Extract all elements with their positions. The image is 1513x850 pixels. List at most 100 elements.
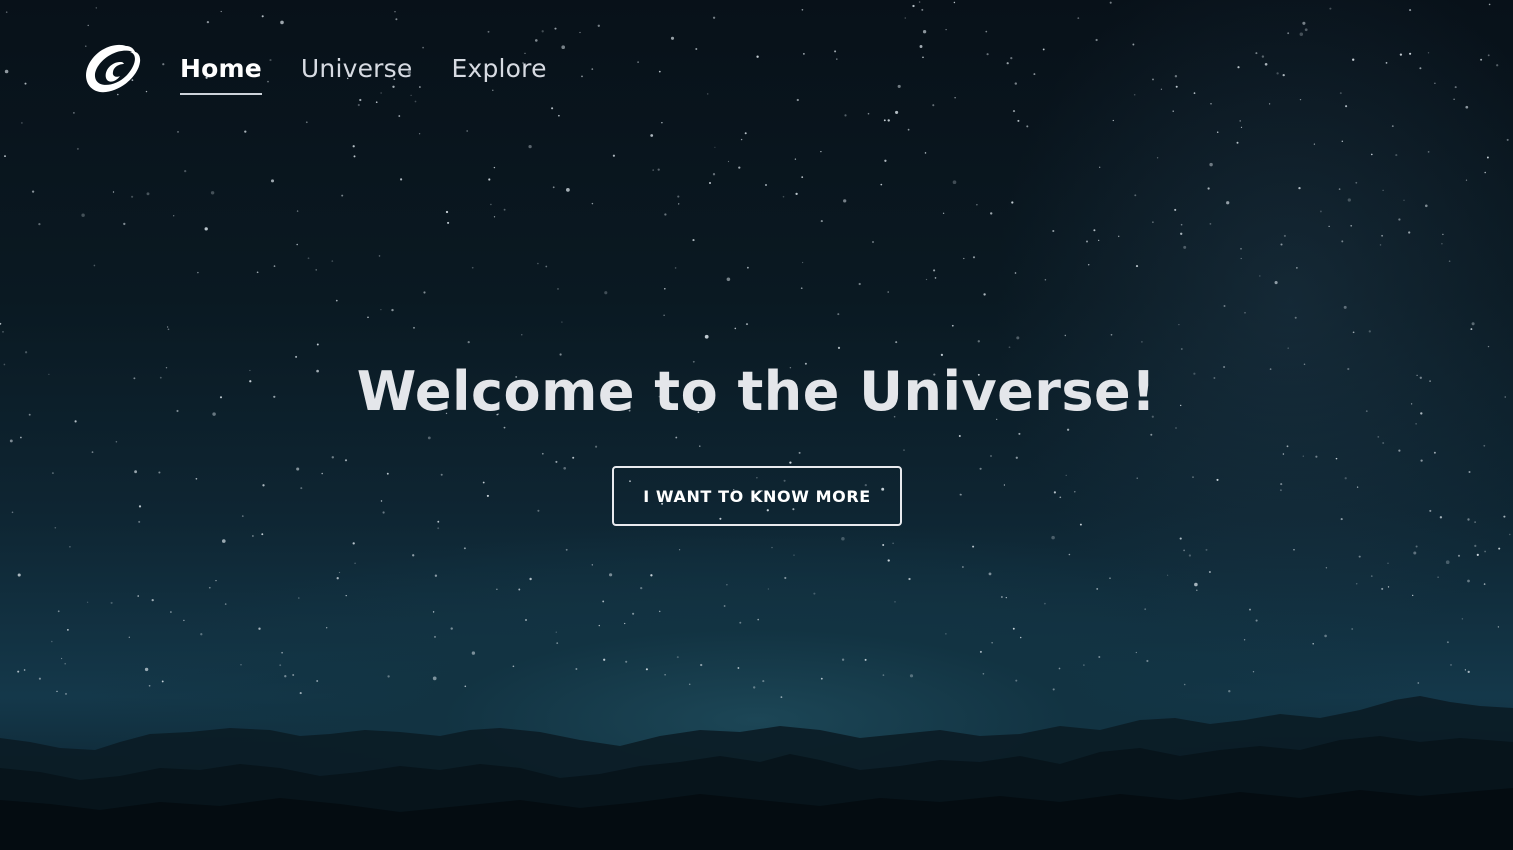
- star: [1370, 153, 1373, 156]
- star: [1382, 189, 1384, 191]
- star: [91, 451, 94, 453]
- star: [800, 287, 803, 290]
- star: [412, 554, 415, 557]
- star: [990, 455, 992, 457]
- star: [496, 588, 498, 590]
- star: [1446, 641, 1449, 644]
- star: [1144, 608, 1147, 611]
- star: [1026, 125, 1029, 128]
- star: [1427, 52, 1430, 54]
- star: [658, 610, 661, 613]
- star: [296, 243, 299, 246]
- star: [1287, 347, 1289, 349]
- star: [1280, 483, 1283, 486]
- star: [1223, 305, 1226, 307]
- star: [298, 597, 300, 599]
- star: [1175, 427, 1177, 429]
- nav-link-home[interactable]: Home: [180, 54, 262, 95]
- star: [158, 471, 161, 474]
- star: [1052, 229, 1055, 233]
- swirl-logo-icon[interactable]: [82, 40, 144, 96]
- star: [137, 595, 139, 597]
- star: [1066, 428, 1070, 431]
- star: [382, 511, 385, 514]
- star: [1340, 518, 1343, 521]
- star: [942, 212, 945, 214]
- star: [925, 278, 928, 281]
- star: [1484, 550, 1486, 553]
- star: [708, 181, 712, 185]
- star: [962, 566, 964, 568]
- star: [305, 121, 308, 124]
- star: [887, 291, 889, 293]
- star: [1497, 626, 1500, 628]
- star: [1006, 62, 1009, 65]
- star: [1409, 52, 1412, 55]
- star: [54, 526, 57, 529]
- star: [1098, 656, 1101, 658]
- star: [9, 439, 13, 443]
- star: [932, 104, 935, 107]
- star: [1296, 267, 1298, 269]
- star: [1487, 345, 1490, 348]
- star: [197, 271, 199, 274]
- nav-link-universe[interactable]: Universe: [301, 54, 413, 93]
- know-more-button[interactable]: I WANT TO KNOW MORE: [612, 466, 902, 526]
- star: [521, 334, 523, 336]
- star: [1467, 579, 1470, 583]
- star: [280, 20, 284, 25]
- star: [603, 658, 606, 661]
- star: [24, 351, 28, 354]
- star: [1016, 336, 1020, 340]
- star: [123, 222, 126, 226]
- star: [1313, 143, 1316, 145]
- star: [224, 603, 227, 605]
- star: [1135, 651, 1137, 654]
- star: [170, 611, 172, 613]
- star: [1287, 32, 1290, 35]
- star: [591, 68, 594, 70]
- star: [991, 642, 993, 644]
- star: [490, 203, 492, 206]
- star: [1183, 245, 1187, 249]
- star: [345, 594, 347, 597]
- star: [1194, 582, 1198, 587]
- star: [437, 527, 440, 530]
- star: [1160, 88, 1163, 90]
- nav-link-explore[interactable]: Explore: [451, 54, 546, 93]
- star: [545, 265, 548, 268]
- star: [945, 633, 947, 635]
- star: [1180, 232, 1183, 235]
- star: [801, 176, 804, 178]
- star: [367, 316, 369, 319]
- star: [503, 426, 506, 429]
- star: [757, 618, 759, 621]
- star: [4, 155, 6, 158]
- star: [1413, 551, 1417, 555]
- star: [220, 10, 222, 13]
- star: [712, 16, 716, 19]
- star: [1391, 125, 1394, 127]
- star: [144, 667, 149, 672]
- star: [1282, 73, 1285, 77]
- star: [909, 674, 914, 678]
- star: [908, 577, 911, 581]
- star: [1398, 218, 1401, 221]
- star: [940, 353, 944, 357]
- star: [602, 600, 605, 603]
- star: [793, 554, 795, 556]
- star: [579, 31, 581, 34]
- star: [352, 542, 355, 545]
- star: [637, 61, 639, 63]
- star: [195, 477, 198, 480]
- star: [951, 324, 954, 327]
- star: [87, 24, 89, 27]
- star: [1033, 73, 1036, 76]
- star: [844, 114, 847, 117]
- star: [400, 178, 403, 181]
- star: [1487, 54, 1490, 57]
- star: [782, 195, 785, 198]
- star: [1083, 664, 1085, 666]
- star: [959, 493, 962, 496]
- star: [1133, 94, 1136, 96]
